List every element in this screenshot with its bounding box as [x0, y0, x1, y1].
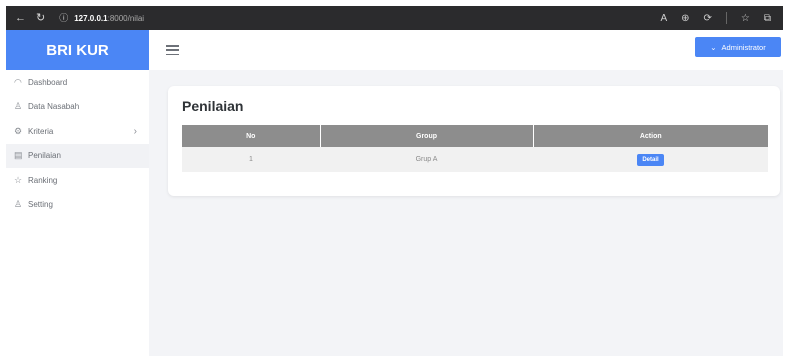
dashboard-icon: ◠	[14, 76, 22, 87]
column-header-no[interactable]: No	[182, 125, 321, 147]
sidebar: ◠ Dashboard ♙ Data Nasabah ⚙ Kriteria › …	[6, 70, 149, 356]
sidebar-item-kriteria[interactable]: ⚙ Kriteria ›	[6, 119, 149, 144]
chevron-right-icon: ›	[133, 125, 137, 137]
sidebar-item-dashboard[interactable]: ◠ Dashboard	[6, 70, 149, 95]
users-icon: ♙	[14, 101, 23, 112]
url-path: :8000/nilai	[107, 13, 145, 23]
sidebar-item-penilaian[interactable]: ▤ Penilaian	[6, 143, 149, 168]
browser-actions: A ⊕ ⟳ ☆ ⧉	[660, 6, 771, 30]
penilaian-card: Penilaian No Group Action 1 Grup A Detai…	[168, 86, 780, 196]
sidebar-item-label: Kriteria	[28, 126, 54, 136]
user-menu-label: Administrator	[721, 42, 766, 52]
cell-group: Grup A	[320, 147, 533, 172]
table-row: 1 Grup A Detail	[182, 147, 768, 172]
menu-toggle-icon[interactable]	[166, 45, 179, 55]
penilaian-table: No Group Action 1 Grup A Detail	[182, 125, 768, 172]
column-header-group[interactable]: Group	[320, 125, 534, 147]
table-header-row: No Group Action	[182, 125, 768, 147]
sidebar-item-setting[interactable]: ♙ Setting	[6, 193, 149, 218]
user-menu-button[interactable]: ⌄ Administrator	[695, 37, 781, 57]
browser-toolbar: ← ↻ ⓘ 127.0.0.1:8000/nilai A ⊕ ⟳ ☆ ⧉	[6, 6, 783, 30]
address-bar[interactable]: ⓘ 127.0.0.1:8000/nilai	[59, 13, 145, 23]
sidebar-item-label: Setting	[28, 200, 53, 210]
cell-action: Detail	[533, 147, 768, 172]
toolbar-divider	[725, 12, 727, 24]
favorites-icon[interactable]: ☆	[741, 13, 750, 24]
top-header: ⌄ Administrator	[149, 30, 783, 70]
star-icon: ☆	[14, 174, 23, 185]
cell-no: 1	[182, 147, 320, 172]
sidebar-item-label: Ranking	[28, 175, 58, 185]
app-frame: ← ↻ ⓘ 127.0.0.1:8000/nilai A ⊕ ⟳ ☆ ⧉ BRI…	[6, 6, 783, 356]
reload-icon[interactable]: ↻	[36, 12, 45, 24]
sidebar-item-label: Dashboard	[28, 77, 68, 87]
user-icon: ♙	[14, 199, 23, 210]
back-icon[interactable]: ←	[15, 12, 26, 24]
extensions-icon[interactable]: ⊕	[681, 13, 689, 24]
chevron-down-icon: ⌄	[710, 42, 717, 52]
settings-icon: ⚙	[14, 125, 23, 136]
column-header-action[interactable]: Action	[533, 125, 768, 147]
sidebar-item-label: Penilaian	[28, 151, 61, 161]
browser-nav: ← ↻	[6, 12, 45, 24]
info-icon[interactable]: ⓘ	[59, 13, 68, 23]
brand-logo[interactable]: BRI KUR	[6, 30, 149, 70]
collections-icon[interactable]: ⧉	[764, 13, 771, 24]
sidebar-item-label: Data Nasabah	[28, 102, 80, 112]
read-aloud-icon[interactable]: A	[660, 13, 667, 24]
page-title: Penilaian	[182, 98, 244, 114]
url-host: 127.0.0.1	[74, 13, 108, 23]
form-icon: ▤	[14, 150, 23, 161]
refresh-icon[interactable]: ⟳	[704, 13, 712, 24]
sidebar-item-data-nasabah[interactable]: ♙ Data Nasabah	[6, 95, 149, 120]
sidebar-item-ranking[interactable]: ☆ Ranking	[6, 168, 149, 193]
detail-button[interactable]: Detail	[637, 153, 664, 166]
